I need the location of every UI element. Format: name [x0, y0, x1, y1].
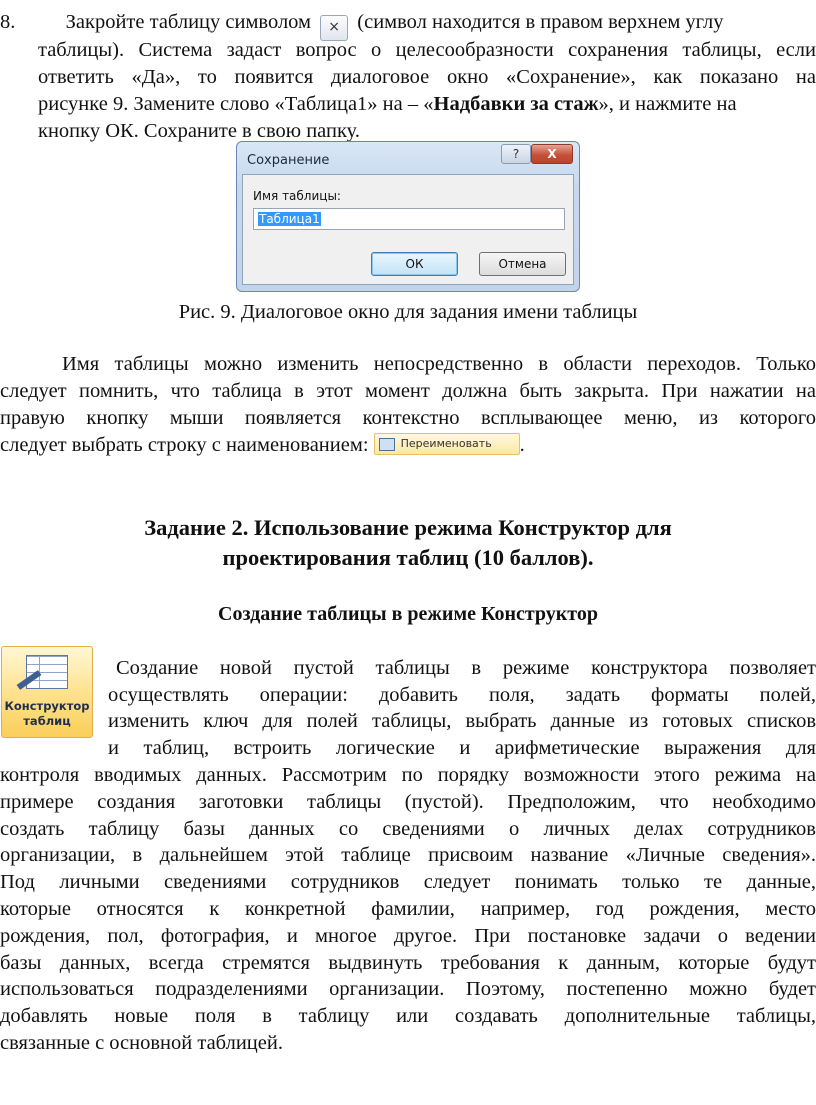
item-number: 8. — [0, 11, 16, 33]
dialog-title: Сохранение — [247, 153, 330, 168]
item-8-text-before-icon: Закройте таблицу символом — [65, 11, 312, 33]
body-line-11: рождения, пол, фотография, и многое друг… — [0, 925, 816, 947]
body-line-3: изменить ключ для полей таблицы, выбрать… — [108, 710, 816, 732]
body-line-6: примере создания заготовки таблицы (пуст… — [0, 791, 816, 813]
rename-para-line-4-end: . — [519, 434, 525, 456]
table-designer-icon: Конструктор таблиц — [1, 646, 93, 738]
table-name-input[interactable]: Таблица1 — [253, 208, 565, 230]
cancel-button[interactable]: Отмена — [479, 252, 566, 276]
dialog-close-button[interactable]: X — [531, 144, 573, 164]
table-designer-label: Конструктор таблиц — [2, 699, 92, 729]
table-name-value: Таблица1 — [258, 212, 321, 226]
task-2-heading-line-2: проектирования таблиц (10 баллов). — [222, 545, 594, 570]
table-designer-label-2: таблиц — [23, 714, 71, 728]
item-8-line-4: рисунке 9. Замените слово «Таблица1» на … — [38, 91, 816, 117]
item-8-line-2: таблицы). Система задаст вопрос о целесо… — [38, 39, 816, 61]
help-button[interactable]: ? — [501, 144, 531, 164]
figure-caption: Рис. 9. Диалоговое окно для задания имен… — [178, 301, 638, 323]
task-2-subheading: Создание таблицы в режиме Конструктор — [218, 603, 598, 625]
body-line-13: использоваться подразделениями организац… — [0, 978, 816, 1000]
item-8-text-after-icon: (символ находится в правом верхнем углу — [357, 11, 724, 33]
body-line-8: организации, в дальнейшем этой таблице п… — [0, 844, 816, 866]
rename-para-line-2: следует помнить, что таблица в этот моме… — [0, 380, 816, 402]
body-line-10: которые относятся к конкретной фамилии, … — [0, 898, 816, 920]
task-2-heading-line-1: Задание 2. Использование режима Конструк… — [144, 515, 672, 540]
rename-para-line-4: следует выбрать строку с наименованием: … — [0, 432, 816, 458]
body-line-2: осуществлять операции: добавить поля, за… — [108, 684, 816, 706]
new-table-name: Надбавки за стаж — [433, 93, 599, 115]
save-dialog: Сохранение ? X Имя таблицы: Таблица1 ОК … — [236, 141, 580, 292]
rename-para-line-3: правую кнопку мыши появляется контекстно… — [0, 407, 816, 429]
body-line-15: связанные с основной таблицей. — [0, 1032, 283, 1054]
body-line-12: базы данных, всегда стремятся выдвинуть … — [0, 952, 816, 974]
item-8-line-4-before: рисунке 9. Замените слово «Таблица1» на … — [38, 93, 434, 115]
table-designer-label-1: Конструктор — [4, 699, 90, 713]
body-line-5: контроля вводимых данных. Рассмотрим по … — [0, 764, 816, 786]
body-line-9: Под личными сведениями сотрудников следу… — [0, 871, 816, 893]
rename-menu-label: Переименовать — [400, 437, 492, 450]
body-line-1: Создание новой пустой таблицы в режиме к… — [116, 657, 816, 679]
ok-button[interactable]: ОК — [371, 252, 458, 276]
dialog-body: Имя таблицы: Таблица1 ОК Отмена — [242, 174, 574, 285]
rename-para-line-1: Имя таблицы можно изменить непосредствен… — [62, 353, 816, 375]
table-grid-icon — [26, 655, 68, 689]
rename-para-line-4-text: следует выбрать строку с наименованием: — [0, 434, 369, 456]
table-name-label: Имя таблицы: — [253, 189, 341, 203]
body-line-7: создать таблицу базы данных со сведениям… — [0, 818, 816, 840]
rename-menu-item: Переименовать — [373, 433, 520, 455]
rename-icon — [378, 438, 395, 451]
body-line-14: добавлять новые поля в таблицу или созда… — [0, 1005, 816, 1027]
body-line-4: и таблиц, встроить логические и арифмети… — [108, 737, 816, 759]
item-8-line-3: ответить «Да», то появится диалоговое ок… — [38, 66, 816, 88]
item-8-line-4-after: », и нажмите на — [598, 93, 737, 115]
